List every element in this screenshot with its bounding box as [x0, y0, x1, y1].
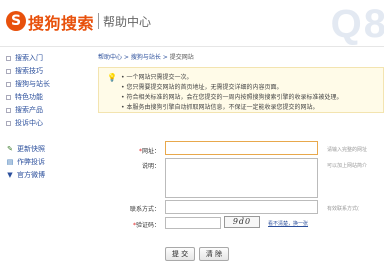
sidebar-item-complaints[interactable]: 投诉中心 [6, 118, 43, 128]
captcha-image[interactable]: 9d0 [224, 216, 260, 228]
header: S 搜狗搜索 帮助中心 Q8 [0, 0, 384, 47]
submit-button[interactable]: 提 交 [165, 247, 195, 261]
square-bullet-icon [6, 94, 11, 100]
notice-line: • 符合相关标准的网站，会在您提交的一周内按照搜狗搜索引擎的收录标准被处理。 [121, 94, 343, 101]
lightbulb-icon: 💡 [107, 73, 117, 82]
logo-text[interactable]: 搜狗搜索 [28, 10, 94, 34]
captcha-refresh-link[interactable]: 看不清楚，换一张 [268, 220, 308, 227]
notice-line: • 本服务由搜狗引擎自动抓取网站信息，不保证一定能收录您提交的网站。 [121, 104, 319, 111]
sidebar-item-search-tips[interactable]: 搜索技巧 [6, 66, 43, 76]
breadcrumb-link-webmaster[interactable]: 搜狗与站长 [131, 54, 161, 61]
square-bullet-icon [6, 81, 11, 87]
square-bullet-icon [6, 55, 11, 61]
pencil-icon: ✎ [7, 145, 13, 153]
description-hint: 可以加上网站简介 [327, 163, 368, 169]
square-bullet-icon [6, 120, 11, 126]
url-hint: 请输入完整的网址 [327, 147, 368, 153]
watermark-graphic: Q8 [330, 2, 384, 46]
breadcrumb-link-help[interactable]: 帮助中心 [98, 54, 122, 61]
contact-label: 联系方式： [129, 206, 160, 213]
url-input[interactable] [165, 141, 318, 155]
sidebar-item-features[interactable]: 特色功能 [6, 92, 43, 102]
sidebar-item-products[interactable]: 搜索产品 [6, 105, 43, 115]
sidebar-item-search-intro[interactable]: 搜索入门 [6, 53, 43, 63]
weibo-icon: ▼ [7, 171, 13, 179]
description-label: 说明： [141, 163, 160, 170]
sidebar: 搜索入门 搜索技巧 搜狗与站长 特色功能 搜索产品 投诉中心 ✎ 更新快照 ▤ 作弊… [0, 47, 88, 277]
captcha-label: *验证码： [132, 222, 160, 229]
clear-button[interactable]: 清 除 [199, 247, 229, 261]
square-bullet-icon [6, 107, 11, 113]
notice-box: 💡 • 一个网站只需提交一次。 • 您只需要提交网站的首页地址，无需提交详细的内… [98, 67, 384, 113]
description-textarea[interactable] [165, 158, 318, 198]
square-bullet-icon [6, 68, 11, 74]
document-icon: ▤ [6, 158, 14, 166]
contact-input[interactable] [165, 200, 318, 214]
page-subtitle: 帮助中心 [103, 15, 152, 29]
notice-line: • 一个网站只需提交一次。 [121, 74, 193, 81]
sidebar-item-official-weibo[interactable]: ▼ 官方微博 [6, 170, 45, 180]
url-label: *网址： [138, 148, 160, 155]
captcha-input[interactable] [165, 217, 221, 229]
sogou-logo-icon[interactable]: S [6, 11, 26, 31]
notice-line: • 您只需要提交网站的首页地址，无需提交详细的内容页面。 [121, 84, 283, 91]
sidebar-item-webmaster[interactable]: 搜狗与站长 [6, 79, 50, 89]
sidebar-item-update-snapshot[interactable]: ✎ 更新快照 [6, 144, 45, 154]
breadcrumb-current: 提交网站 [169, 54, 194, 61]
breadcrumb: 帮助中心 > 搜狗与站长 > 提交网站 [98, 54, 194, 61]
contact-hint: 有效联系方式( [327, 206, 359, 212]
logo-divider [98, 13, 99, 29]
sidebar-item-cheat-report[interactable]: ▤ 作弊投诉 [6, 157, 45, 167]
